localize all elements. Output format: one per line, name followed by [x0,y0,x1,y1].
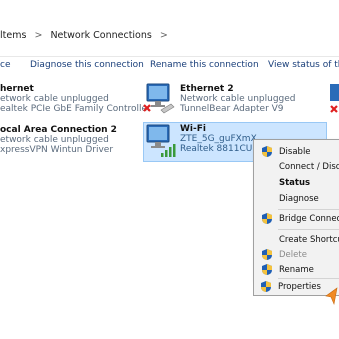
connection-name: hernet [0,84,34,94]
connection-ssid: ZTE_5G_guFXmX [180,134,257,144]
menu-item-disable[interactable]: Disable [279,147,311,157]
wifi-signal-icon [161,144,176,157]
monitor-network-icon [330,84,339,113]
connection-device: TunnelBear Adapter V9 [180,104,284,114]
uac-shield-icon [262,249,272,260]
connection-device: ealtek PCIe GbE Family Controller [0,104,151,114]
error-x-icon [143,104,151,112]
context-menu: Disable Connect / Disco Status Diagnose … [253,139,339,281]
menu-item-bridge-connections[interactable]: Bridge Connect [279,214,339,224]
command-bar: ce Diagnose this connection Rename this … [0,57,339,75]
wifi-adapter-icon [146,124,176,157]
breadcrumb: ltems > Network Connections > [0,30,173,41]
uac-shield-icon [262,146,272,157]
diagnose-connection-button[interactable]: Diagnose this connection [30,60,144,70]
menu-item-status[interactable]: Status [279,178,310,188]
uac-shield-icon [262,213,272,224]
menu-item-create-shortcut[interactable]: Create Shortcut [279,235,339,245]
menu-separator [278,209,339,210]
uac-shield-icon [262,264,272,275]
connection-status: etwork cable unplugged [0,135,109,145]
menu-item-properties[interactable]: Properties [278,282,321,292]
connection-ethernet-2[interactable]: Ethernet 2 Network cable unplugged Tunne… [180,84,296,114]
connection-status: etwork cable unplugged [0,94,109,104]
breadcrumb-item-control-panel[interactable]: ltems [0,30,26,41]
toolbar-partial-button[interactable]: ce [0,60,11,70]
connection-name: ocal Area Connection 2 [0,125,117,135]
menu-item-rename[interactable]: Rename [279,265,314,275]
menu-separator [278,229,339,230]
menu-item-delete: Delete [279,250,307,260]
connection-ethernet[interactable]: hernet etwork cable unplugged ealtek PCI… [0,84,151,114]
cursor-arrow-icon [325,287,338,306]
connection-wifi[interactable]: Wi-Fi ZTE_5G_guFXmX Realtek 8811CU W [180,124,264,154]
address-bar-area: ltems > Network Connections > [0,0,339,57]
menu-item-connect-disconnect[interactable]: Connect / Disco [279,162,339,172]
breadcrumb-separator[interactable]: > [160,30,168,41]
connection-device: Realtek 8811CU W [180,144,265,154]
connection-device: xpressVPN Wintun Driver [0,145,114,155]
connection-local-area-2[interactable]: ocal Area Connection 2 etwork cable unpl… [0,125,117,155]
connection-name: Ethernet 2 [180,84,234,94]
breadcrumb-item-network-connections[interactable]: Network Connections [50,30,151,41]
connection-status: Network cable unplugged [180,94,296,104]
view-status-button[interactable]: View status of this [268,60,339,70]
monitor-network-icon [143,83,175,114]
uac-shield-icon [261,281,271,292]
connection-name: Wi-Fi [180,124,206,134]
menu-item-diagnose[interactable]: Diagnose [279,194,319,204]
breadcrumb-separator: > [34,30,43,41]
rename-connection-button[interactable]: Rename this connection [150,60,259,70]
